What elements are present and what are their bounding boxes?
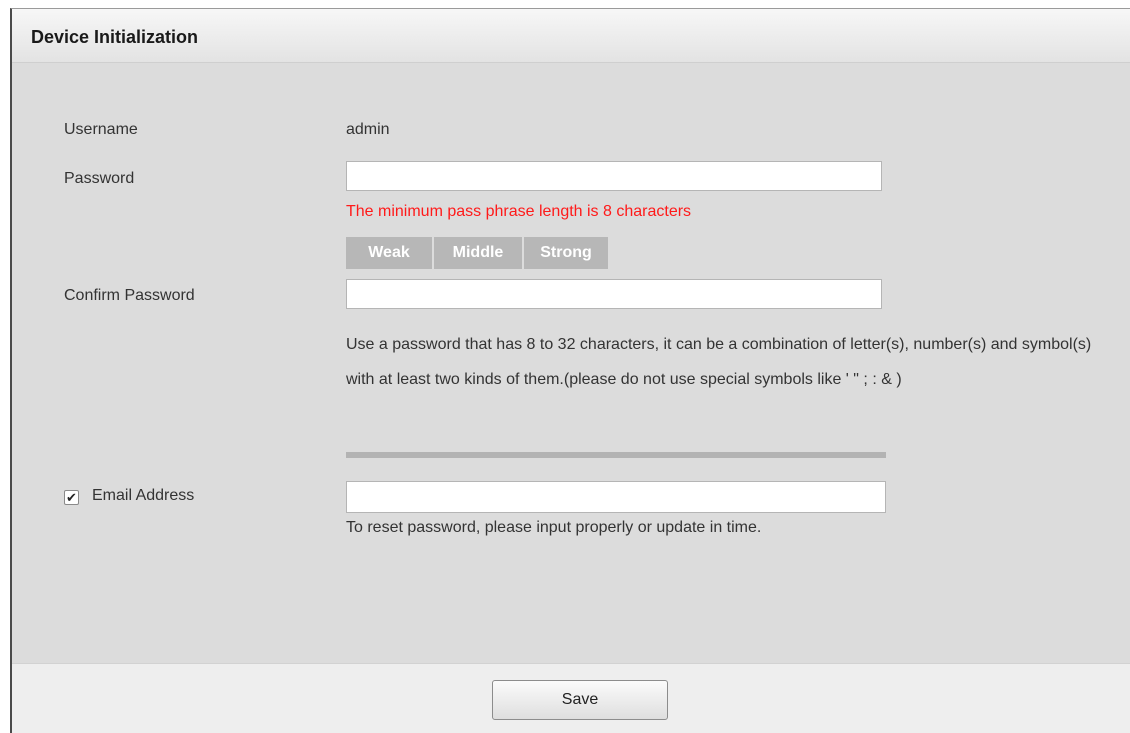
device-initialization-dialog: Device Initialization Username admin Pas… <box>10 8 1130 733</box>
email-address-label: Email Address <box>92 487 195 504</box>
dialog-footer: Save <box>12 663 1130 733</box>
strength-strong: Strong <box>524 237 608 269</box>
password-rules-hint: Use a password that has 8 to 32 characte… <box>346 336 1092 388</box>
save-button[interactable]: Save <box>492 680 668 720</box>
email-reset-note: To reset password, please input properly… <box>346 519 762 536</box>
confirm-password-label: Confirm Password <box>64 287 195 304</box>
username-label: Username <box>64 121 138 138</box>
strength-middle: Middle <box>434 237 522 269</box>
confirm-password-input[interactable] <box>346 279 882 309</box>
strength-weak: Weak <box>346 237 432 269</box>
title-bar: Device Initialization <box>12 9 1130 63</box>
password-error-message: The minimum pass phrase length is 8 char… <box>346 203 692 220</box>
password-label: Password <box>64 170 135 187</box>
checkmark-icon: ✔ <box>66 490 77 505</box>
email-checkbox[interactable]: ✔ <box>64 490 79 505</box>
dialog-title: Device Initialization <box>31 27 199 47</box>
username-value: admin <box>346 121 390 138</box>
divider-bar <box>346 452 886 458</box>
password-strength-meter: Weak Middle Strong <box>346 237 610 269</box>
email-input[interactable] <box>346 481 886 513</box>
password-input[interactable] <box>346 161 882 191</box>
